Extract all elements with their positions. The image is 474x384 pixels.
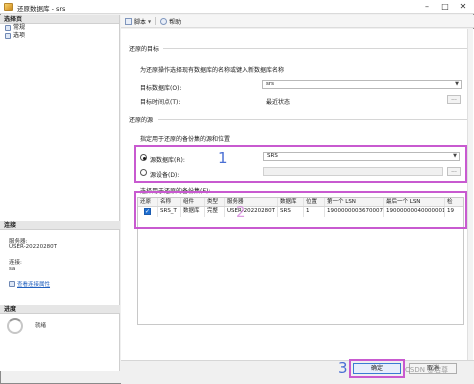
progress-spinner-icon (7, 318, 23, 334)
restore-source-title: 还原的源 (129, 117, 154, 124)
page-item-label: 常规 (13, 24, 26, 31)
from-device-input[interactable] (263, 167, 443, 176)
from-device-label: 源设备(D): (150, 172, 180, 179)
restore-source-instruction: 指定用于还原的备份集的源和位置 (140, 136, 231, 143)
server-value: USER-20220280T (9, 244, 57, 250)
database-restore-icon (4, 3, 13, 11)
ok-button[interactable]: 确定 (353, 363, 401, 374)
from-database-radio[interactable] (140, 154, 147, 161)
script-label: 脚本 (134, 18, 147, 26)
progress-status: 就绪 (35, 323, 47, 329)
from-database-select[interactable]: SRS ▼ (263, 152, 460, 161)
restore-target-instruction: 为还原操作选择现有数据库的名称或键入新数据库名称 (140, 67, 285, 74)
page-item-label: 选项 (13, 32, 26, 39)
target-db-select[interactable]: srs ▼ (262, 80, 462, 89)
window-title: 还原数据库 - srs (17, 5, 66, 13)
toolbar-separator (155, 17, 157, 25)
from-database-label: 源数据库(R): (150, 157, 185, 164)
highlight-box-1 (134, 145, 467, 183)
close-icon[interactable]: ✕ (454, 1, 472, 13)
annotation-number-3: 3 (338, 359, 348, 377)
help-icon (160, 17, 168, 25)
from-device-browse-button[interactable]: ... (447, 167, 461, 176)
minimize-icon[interactable]: – (418, 1, 436, 13)
maximize-icon[interactable]: □ (436, 1, 454, 13)
watermark-text: CSDN @若尊 (405, 366, 449, 374)
chevron-down-icon: ▼ (453, 153, 457, 159)
connection-value: sa (9, 266, 16, 272)
page-icon (5, 25, 11, 31)
page-item-options[interactable]: 选项 (0, 32, 119, 40)
chevron-down-icon: ▼ (455, 81, 459, 87)
target-time-value: 最近状态 (266, 99, 291, 106)
from-database-value: SRS (267, 153, 278, 159)
group-divider (163, 48, 467, 49)
script-button[interactable]: 脚本 ▼ (125, 17, 151, 26)
select-page-header: 选择页 (0, 15, 119, 24)
highlight-box-2 (134, 191, 467, 229)
help-button[interactable]: 帮助 (160, 17, 181, 26)
target-db-value: srs (266, 81, 274, 87)
restore-target-title: 还原的目标 (129, 46, 160, 53)
annotation-number-1: 1 (218, 149, 228, 167)
toolbar: 脚本 ▼ 帮助 (121, 15, 474, 28)
connection-label: 连接: (9, 260, 22, 266)
help-label: 帮助 (169, 18, 182, 26)
target-db-label: 目标数据库(O): (140, 85, 182, 92)
view-connection-properties[interactable]: 查看连接属性 (9, 280, 50, 288)
progress-header: 进度 (0, 305, 120, 314)
title-bar (0, 0, 474, 14)
properties-icon (9, 281, 15, 287)
from-device-radio[interactable] (140, 169, 147, 176)
connection-header: 连接 (0, 221, 120, 230)
page-item-general[interactable]: 常规 (0, 24, 119, 32)
vertical-scrollbar[interactable] (467, 29, 473, 360)
target-time-browse-button[interactable]: ... (447, 95, 461, 104)
group-divider (158, 119, 467, 120)
chevron-down-icon: ▼ (148, 18, 152, 24)
target-time-label: 目标时间点(T): (140, 99, 181, 106)
view-connection-properties-link[interactable]: 查看连接属性 (17, 280, 50, 288)
page-icon (5, 33, 11, 39)
annotation-number-2: 2 (236, 203, 246, 221)
script-icon (125, 17, 132, 25)
